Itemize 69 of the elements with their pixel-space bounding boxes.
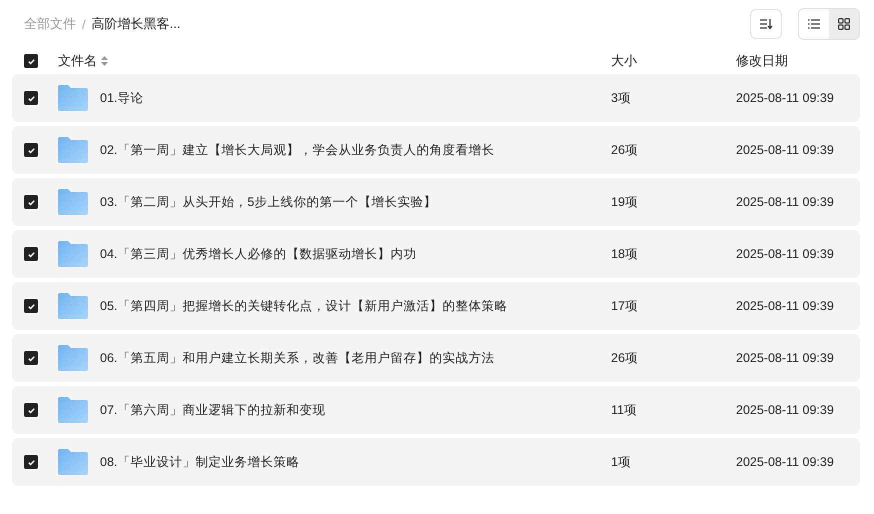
modified-date: 2025-08-11 09:39	[736, 143, 835, 157]
row-checkbox[interactable]	[24, 247, 38, 261]
check-icon	[26, 250, 36, 258]
check-icon	[26, 354, 36, 362]
row-checkbox[interactable]	[24, 351, 38, 365]
folder-name[interactable]: 02.「第一周」建立【增长大局观】，学会从业务负责人的角度看增长	[100, 142, 611, 158]
row-checkbox[interactable]	[24, 299, 38, 313]
column-header: 修改日期	[736, 52, 789, 70]
row-checkbox[interactable]	[24, 455, 38, 469]
breadcrumb-separator: /	[82, 16, 86, 32]
folder-row[interactable]: 06.「第五周」和用户建立长期关系，改善【老用户留存】的实战方法 26项 2025-08-11 09:39	[12, 334, 860, 382]
check-icon	[26, 458, 36, 466]
check-icon	[26, 56, 36, 66]
folder-icon	[58, 85, 88, 111]
row-checkbox[interactable]	[24, 195, 38, 209]
folder-name[interactable]: 05.「第四周」把握增长的关键转化点，设计【新用户激活】的整体策略	[100, 298, 611, 314]
row-checkbox[interactable]	[24, 91, 38, 105]
row-checkbox[interactable]	[24, 403, 38, 417]
modified-date: 2025-08-11 09:39	[736, 455, 835, 469]
row-checkbox[interactable]	[24, 143, 38, 157]
modified-date: 2025-08-11 09:39	[736, 247, 835, 261]
folder-row[interactable]: 08.「毕业设计」制定业务增长策略 1项 2025-08-11 09:39	[12, 438, 860, 486]
item-count: 17项	[611, 298, 639, 314]
folder-icon	[58, 345, 88, 371]
check-icon	[26, 146, 36, 154]
item-count: 18项	[611, 246, 639, 262]
folder-icon	[58, 449, 88, 475]
check-icon	[26, 406, 36, 414]
sort-button[interactable]	[750, 9, 782, 39]
folder-row[interactable]: 02.「第一周」建立【增长大局观】，学会从业务负责人的角度看增长 26项 2025-08-11 09:39	[12, 126, 860, 174]
folder-icon	[58, 397, 88, 423]
item-count: 26项	[611, 350, 639, 366]
item-count: 3项	[611, 90, 632, 106]
breadcrumb-link[interactable]: 高阶增长黑客...	[92, 15, 180, 33]
check-icon	[26, 94, 36, 102]
folder-name[interactable]: 08.「毕业设计」制定业务增长策略	[100, 454, 611, 470]
column-header: 大小	[611, 52, 638, 70]
list-icon	[808, 19, 820, 29]
folder-row[interactable]: 05.「第四周」把握增长的关键转化点，设计【新用户激活】的整体策略 17项 2025-08-11 09:39	[12, 282, 860, 330]
folder-row[interactable]: 04.「第三周」优秀增长人必修的【数据驱动增长】内功 18项 2025-08-11 09:39	[12, 230, 860, 278]
folder-row[interactable]: 01.导论 3项 2025-08-11 09:39	[12, 74, 860, 122]
modified-date: 2025-08-11 09:39	[736, 351, 835, 365]
select-all-checkbox[interactable]	[24, 54, 38, 68]
folder-name[interactable]: 03.「第二周」从头开始，5步上线你的第一个【增长实验】	[100, 194, 611, 210]
folder-name[interactable]: 01.导论	[100, 90, 611, 106]
folder-icon	[58, 241, 88, 267]
modified-date: 2025-08-11 09:39	[736, 195, 835, 209]
folder-name[interactable]: 07.「第六周」商业逻辑下的拉新和变现	[100, 402, 611, 418]
check-icon	[26, 198, 36, 206]
item-count: 11项	[611, 402, 638, 418]
sort-arrows-icon[interactable]	[101, 56, 108, 66]
item-count: 26项	[611, 142, 639, 158]
grid-icon	[838, 18, 850, 30]
grid-view-button[interactable]	[829, 9, 859, 39]
folder-row[interactable]: 03.「第二周」从头开始，5步上线你的第一个【增长实验】 19项 2025-08-11 09:39	[12, 178, 860, 226]
item-count: 1项	[611, 454, 632, 470]
sort-icon	[759, 18, 773, 30]
folder-row[interactable]: 07.「第六周」商业逻辑下的拉新和变现 11项 2025-08-11 09:39	[12, 386, 860, 434]
modified-date: 2025-08-11 09:39	[736, 299, 835, 313]
folder-name[interactable]: 06.「第五周」和用户建立长期关系，改善【老用户留存】的实战方法	[100, 350, 611, 366]
folder-icon	[58, 137, 88, 163]
modified-date: 2025-08-11 09:39	[736, 403, 835, 417]
folder-icon	[58, 189, 88, 215]
modified-date: 2025-08-11 09:39	[736, 91, 835, 105]
check-icon	[26, 302, 36, 310]
item-count: 19项	[611, 194, 639, 210]
folder-name[interactable]: 04.「第三周」优秀增长人必修的【数据驱动增长】内功	[100, 246, 611, 262]
folder-icon	[58, 293, 88, 319]
column-header[interactable]: 文件名	[58, 52, 97, 70]
